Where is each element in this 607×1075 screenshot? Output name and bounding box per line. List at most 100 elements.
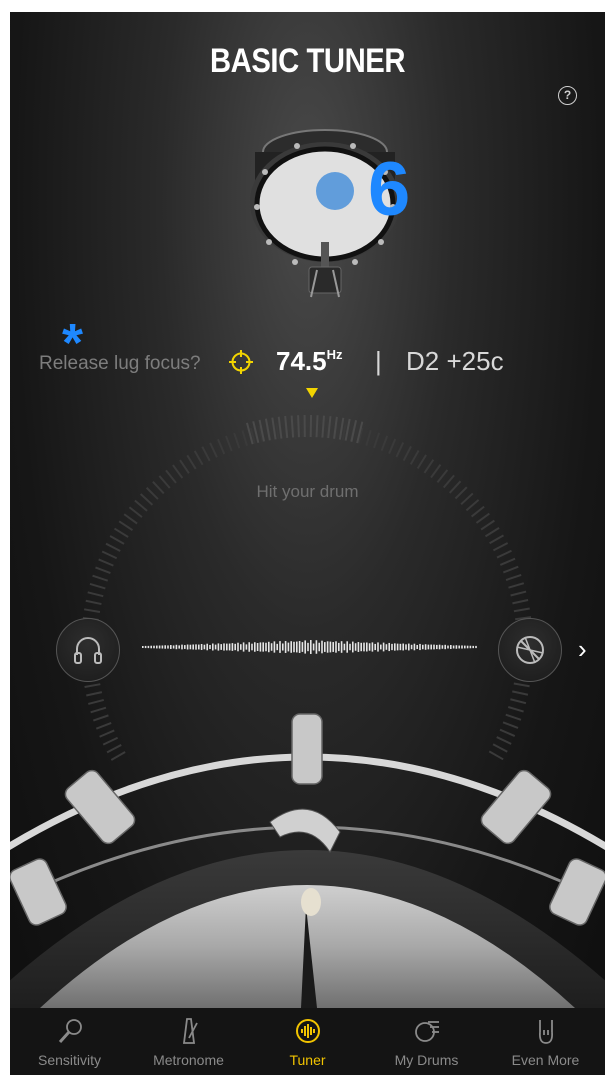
dial-tick <box>508 582 525 589</box>
frequency-value: 74.5 <box>276 346 327 376</box>
tab-label: Metronome <box>153 1052 224 1068</box>
drum-mode-button[interactable] <box>498 618 562 682</box>
wave-bar <box>144 645 147 649</box>
help-icon[interactable]: ? <box>558 86 577 105</box>
dial-tick <box>128 506 143 518</box>
dial-tick <box>513 607 530 613</box>
dial-tick <box>317 421 321 438</box>
dial-tick <box>134 499 148 512</box>
crosshair-icon[interactable] <box>228 349 254 375</box>
dial-tick <box>502 565 519 574</box>
wave-bar <box>436 644 438 650</box>
dial-tick-highlight <box>290 415 295 438</box>
wave-bar <box>293 641 295 653</box>
wave-bar <box>147 645 150 649</box>
wave-bar <box>329 641 332 653</box>
wave-bar <box>195 644 197 650</box>
wave-bar <box>184 645 186 649</box>
wave-bar <box>363 642 365 652</box>
dial-tick <box>201 446 211 462</box>
dial-tick <box>365 429 372 446</box>
wave-bar <box>234 643 236 651</box>
wave-bar <box>464 645 466 649</box>
next-chevron-icon[interactable]: › <box>578 634 587 665</box>
dial-tick <box>395 442 405 458</box>
wave-bar <box>284 641 287 653</box>
tab-metronome[interactable]: Metronome <box>129 1008 248 1075</box>
pitch-pointer-icon <box>306 388 318 398</box>
headphones-button[interactable] <box>56 618 120 682</box>
tab-my-drums[interactable]: My Drums <box>367 1008 486 1075</box>
wave-bar <box>186 644 189 650</box>
dial-tick <box>475 512 490 524</box>
frequency-readout: 74.5Hz <box>276 346 343 377</box>
wave-bar <box>282 643 284 651</box>
wave-bar <box>167 645 169 649</box>
wave-bar <box>307 642 309 652</box>
dial-tick <box>193 450 204 466</box>
wave-bar <box>458 645 460 649</box>
dial-tick <box>492 542 509 552</box>
wave-bar <box>175 644 178 650</box>
dial-tick-highlight <box>344 418 351 441</box>
dial-tick <box>105 542 121 552</box>
tab-label: Even More <box>511 1052 580 1068</box>
wave-bar <box>150 645 152 649</box>
dial-tick <box>512 599 529 605</box>
dial-tick-highlight <box>315 415 319 438</box>
wave-bar <box>335 641 337 653</box>
wave-bar <box>466 645 469 649</box>
dial-tick-highlight <box>327 416 332 439</box>
tab-label: Sensitivity <box>37 1052 102 1068</box>
wave-bar <box>142 646 144 648</box>
wave-bar <box>212 643 214 651</box>
dial-tick <box>84 683 101 689</box>
wave-bar <box>324 642 326 652</box>
dial-tick <box>499 557 516 566</box>
wave-bar <box>366 642 368 652</box>
dial-tick <box>373 432 381 449</box>
wave-bar <box>156 645 158 649</box>
wave-bar <box>399 643 402 651</box>
wave-bar <box>354 643 357 651</box>
readout-separator: | <box>375 346 382 376</box>
wave-bar <box>438 644 441 650</box>
dial-tick <box>217 438 226 455</box>
wave-bar <box>394 643 396 651</box>
tab-tuner[interactable]: Tuner <box>248 1008 367 1075</box>
wave-bar <box>360 642 362 652</box>
dial-tick <box>225 435 233 452</box>
drum-list-icon <box>414 1021 439 1042</box>
wave-bar <box>254 642 256 652</box>
dial-tick <box>109 535 125 545</box>
release-lug-focus-link[interactable]: Release lug focus? <box>39 353 201 375</box>
dial-tick <box>470 505 485 518</box>
wave-bar <box>382 642 385 652</box>
dial-tick <box>423 459 435 474</box>
wave-bar <box>256 643 259 651</box>
snare-drum-image <box>10 713 605 1008</box>
wave-bar <box>251 643 253 651</box>
dial-tick <box>480 519 495 531</box>
wave-bar <box>408 643 410 651</box>
wave-bar <box>158 645 161 649</box>
dial-tick <box>172 464 184 479</box>
wave-bar <box>298 641 301 653</box>
tab-sensitivity[interactable]: Sensitivity <box>10 1008 129 1075</box>
dial-tick <box>85 599 102 606</box>
dial-tick-highlight <box>333 416 338 439</box>
wave-bar <box>396 643 399 651</box>
wave-bar <box>287 642 290 652</box>
wave-bar <box>318 642 320 652</box>
wave-bar <box>430 644 432 650</box>
wave-bar <box>391 643 393 651</box>
wave-bar <box>245 644 248 650</box>
tab-label: Tuner <box>289 1052 326 1068</box>
tab-even-more[interactable]: Even More <box>486 1008 605 1075</box>
wave-bar <box>214 644 217 650</box>
dial-tick <box>436 469 449 484</box>
dial-tick <box>123 513 138 525</box>
dial-tick <box>275 422 280 440</box>
wave-bar <box>419 643 421 651</box>
wave-bar <box>301 642 304 652</box>
